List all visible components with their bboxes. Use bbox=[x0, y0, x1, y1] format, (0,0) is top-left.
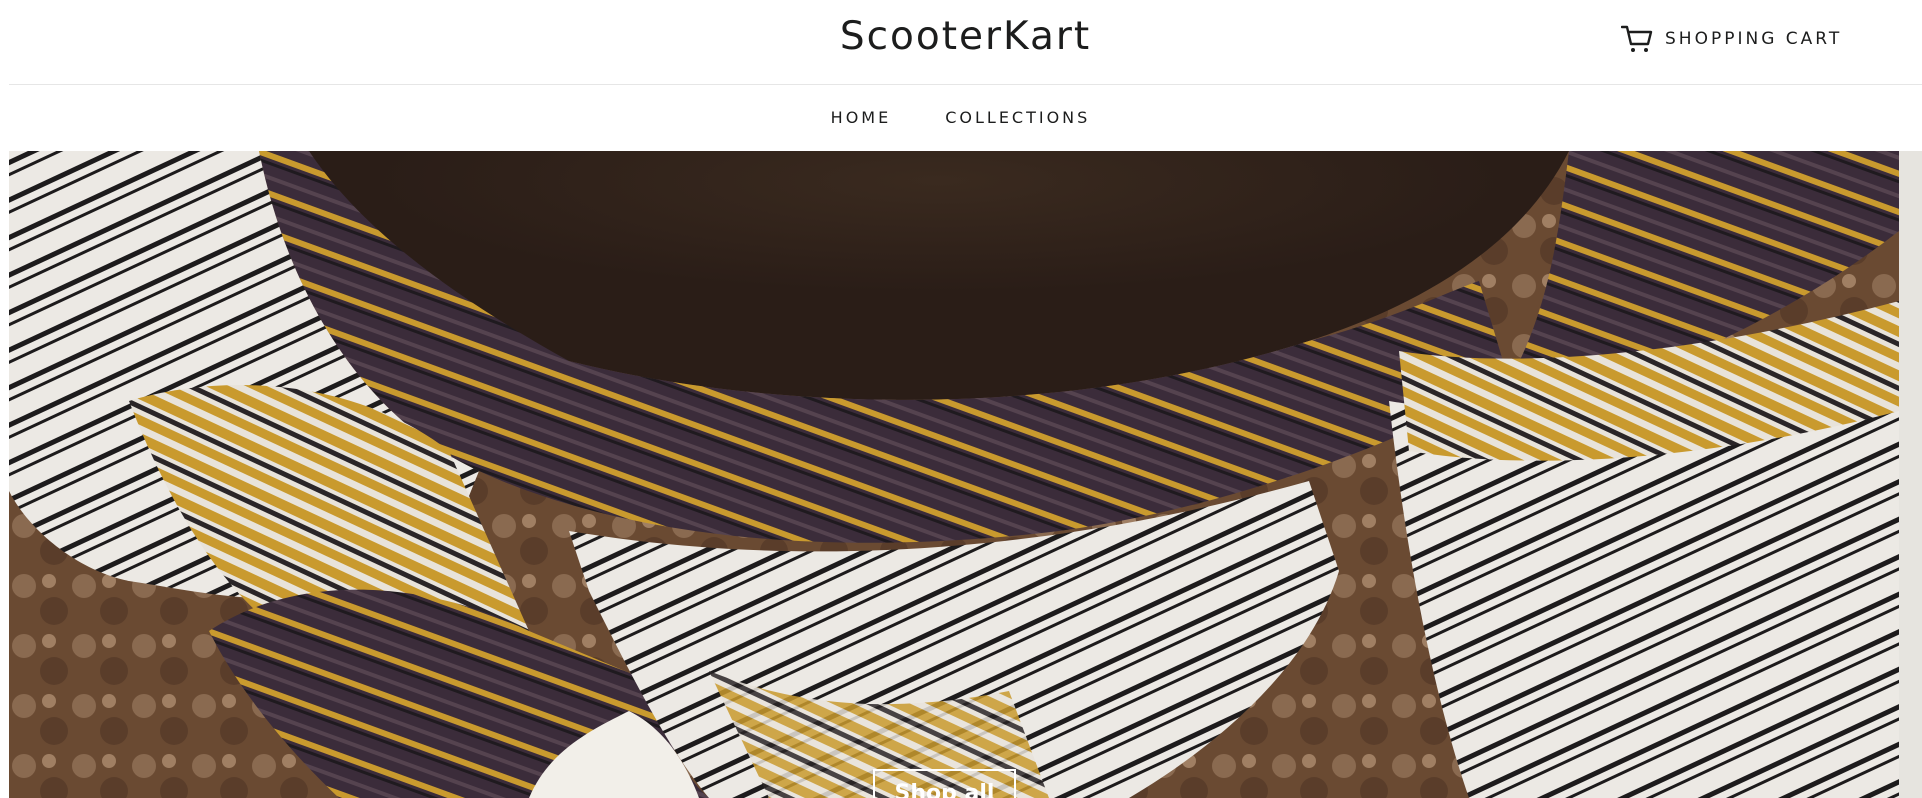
storefront-page: ScooterKart SHOPPING CART HOME COLLECTIO… bbox=[0, 0, 1922, 798]
shop-all-button[interactable]: Shop all bbox=[873, 769, 1016, 798]
nav-item-home[interactable]: HOME bbox=[831, 108, 892, 127]
hero-banner bbox=[9, 151, 1899, 798]
shopping-cart-label: SHOPPING CART bbox=[1665, 29, 1843, 49]
nav-item-collections[interactable]: COLLECTIONS bbox=[945, 108, 1090, 127]
hero-image bbox=[9, 151, 1899, 798]
scrollbar-track[interactable] bbox=[1899, 151, 1922, 798]
site-header: ScooterKart SHOPPING CART bbox=[9, 0, 1922, 85]
main-navigation: HOME COLLECTIONS bbox=[9, 85, 1922, 150]
shopping-cart-icon bbox=[1620, 24, 1653, 54]
shopping-cart-link[interactable]: SHOPPING CART bbox=[1620, 24, 1843, 54]
